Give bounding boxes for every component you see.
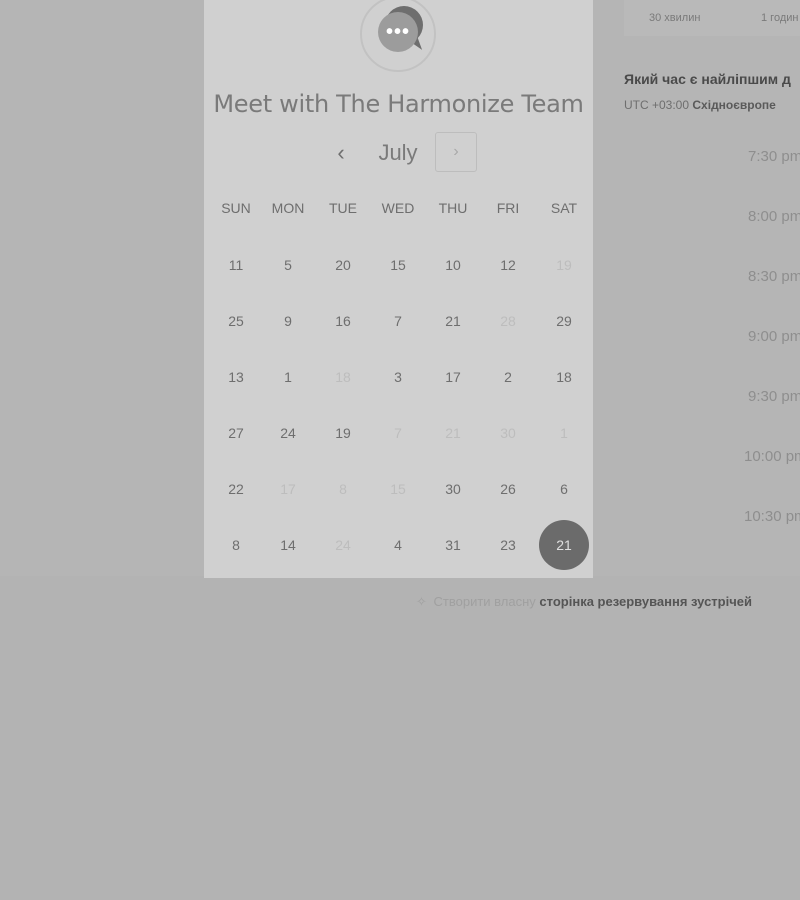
calendar-day[interactable]: 26 (484, 465, 532, 513)
calendar-day[interactable]: 10 (429, 241, 477, 289)
calendar-day: 15 (390, 481, 406, 497)
weekday-label: FRI (496, 200, 520, 216)
booking-page: ••• Meet with The Harmonize Team ‹ July … (0, 0, 800, 900)
calendar-day: 21 (445, 425, 461, 441)
calendar-day[interactable]: 27 (212, 409, 260, 457)
calendar-day: 17 (280, 481, 296, 497)
calendar-day[interactable]: 29 (540, 297, 588, 345)
calendar-day[interactable]: 21 (429, 297, 477, 345)
timezone-selector[interactable]: UTC +03:00 Східноєвропе (624, 98, 800, 112)
weekday-label: MON (271, 200, 305, 216)
calendar-day: 28 (500, 313, 516, 329)
time-slot[interactable]: 10:00 pm (744, 448, 800, 465)
calendar-day[interactable]: 3 (374, 353, 422, 401)
calendar-grid: 11 5 20 15 10 12 19 25 9 16 7 21 28 29 13 1 18 3 17 2 18 27 24… (204, 237, 593, 573)
month-label: July (378, 140, 418, 165)
calendar-day[interactable]: 5 (264, 241, 312, 289)
calendar-day[interactable]: 6 (540, 465, 588, 513)
calendar-day[interactable]: 7 (374, 297, 422, 345)
calendar-day[interactable]: 11 (212, 241, 260, 289)
calendar-day[interactable]: 9 (264, 297, 312, 345)
calendar-day: 7 (394, 425, 402, 441)
calendar-day[interactable]: 13 (212, 353, 260, 401)
calendar-day[interactable]: 20 (319, 241, 367, 289)
calendar-day[interactable]: 4 (374, 521, 422, 569)
calendar-day[interactable]: 18 (540, 353, 588, 401)
page-title: Meet with The Harmonize Team (213, 90, 584, 118)
calendar-day[interactable]: 15 (374, 241, 422, 289)
footer-promo: ✧ Створити власну сторінка резервування … (416, 594, 752, 610)
calendar-day[interactable]: 31 (429, 521, 477, 569)
calendar-day[interactable]: 8 (212, 521, 260, 569)
calendar-day[interactable]: 23 (484, 521, 532, 569)
calendar-day[interactable]: 19 (319, 409, 367, 457)
calendar-day: 8 (339, 481, 347, 497)
time-slot[interactable]: 8:30 pm (748, 268, 800, 285)
timezone-name: Східноєвропе (692, 98, 776, 112)
calendar-day: 30 (500, 425, 516, 441)
prev-month-button[interactable]: ‹ (328, 138, 354, 168)
calendar-day[interactable]: 1 (264, 353, 312, 401)
time-slot[interactable]: 7:30 pm (748, 148, 800, 165)
weekday-label: WED (381, 200, 415, 216)
sparkle-icon: ✧ (416, 594, 427, 609)
duration-selector: 30 хвилин 1 годин (624, 0, 800, 36)
weekday-header: SUN MON TUE WED THU FRI SAT (204, 200, 593, 220)
calendar-day[interactable]: 16 (319, 297, 367, 345)
time-question: Який час є найліпшим д (624, 71, 791, 87)
month-navigation: ‹ July › (204, 132, 593, 174)
weekday-label: SUN (221, 200, 251, 216)
calendar-day[interactable]: 22 (212, 465, 260, 513)
footer-prefix: Створити власну (433, 594, 536, 609)
calendar-day: 24 (335, 537, 351, 553)
calendar-day[interactable]: 30 (429, 465, 477, 513)
footer-link[interactable]: сторінка резервування зустрічей (539, 594, 752, 609)
calendar-day: 1 (560, 425, 568, 441)
calendar-day[interactable]: 25 (212, 297, 260, 345)
calendar-day: 19 (556, 257, 572, 273)
time-slot[interactable]: 9:30 pm (748, 388, 800, 405)
logo-dots: ••• (378, 12, 418, 52)
calendar-day[interactable]: 14 (264, 521, 312, 569)
calendar-day[interactable]: 24 (264, 409, 312, 457)
calendar-day[interactable]: 17 (429, 353, 477, 401)
weekday-label: SAT (550, 200, 578, 216)
time-slot[interactable]: 8:00 pm (748, 208, 800, 225)
duration-option-60[interactable]: 1 годин (761, 12, 798, 24)
calendar-day: 18 (335, 369, 351, 385)
timezone-offset: UTC +03:00 (624, 98, 690, 112)
selected-day[interactable]: 21 (539, 520, 589, 570)
calendar-day[interactable]: 2 (484, 353, 532, 401)
time-slot[interactable]: 10:30 pm (744, 508, 800, 525)
weekday-label: THU (438, 200, 468, 216)
calendar-day[interactable]: 12 (484, 241, 532, 289)
time-slot[interactable]: 9:00 pm (748, 328, 800, 345)
weekday-label: TUE (329, 200, 357, 216)
next-month-button[interactable]: › (435, 132, 477, 172)
duration-option-30[interactable]: 30 хвилин (649, 12, 700, 24)
